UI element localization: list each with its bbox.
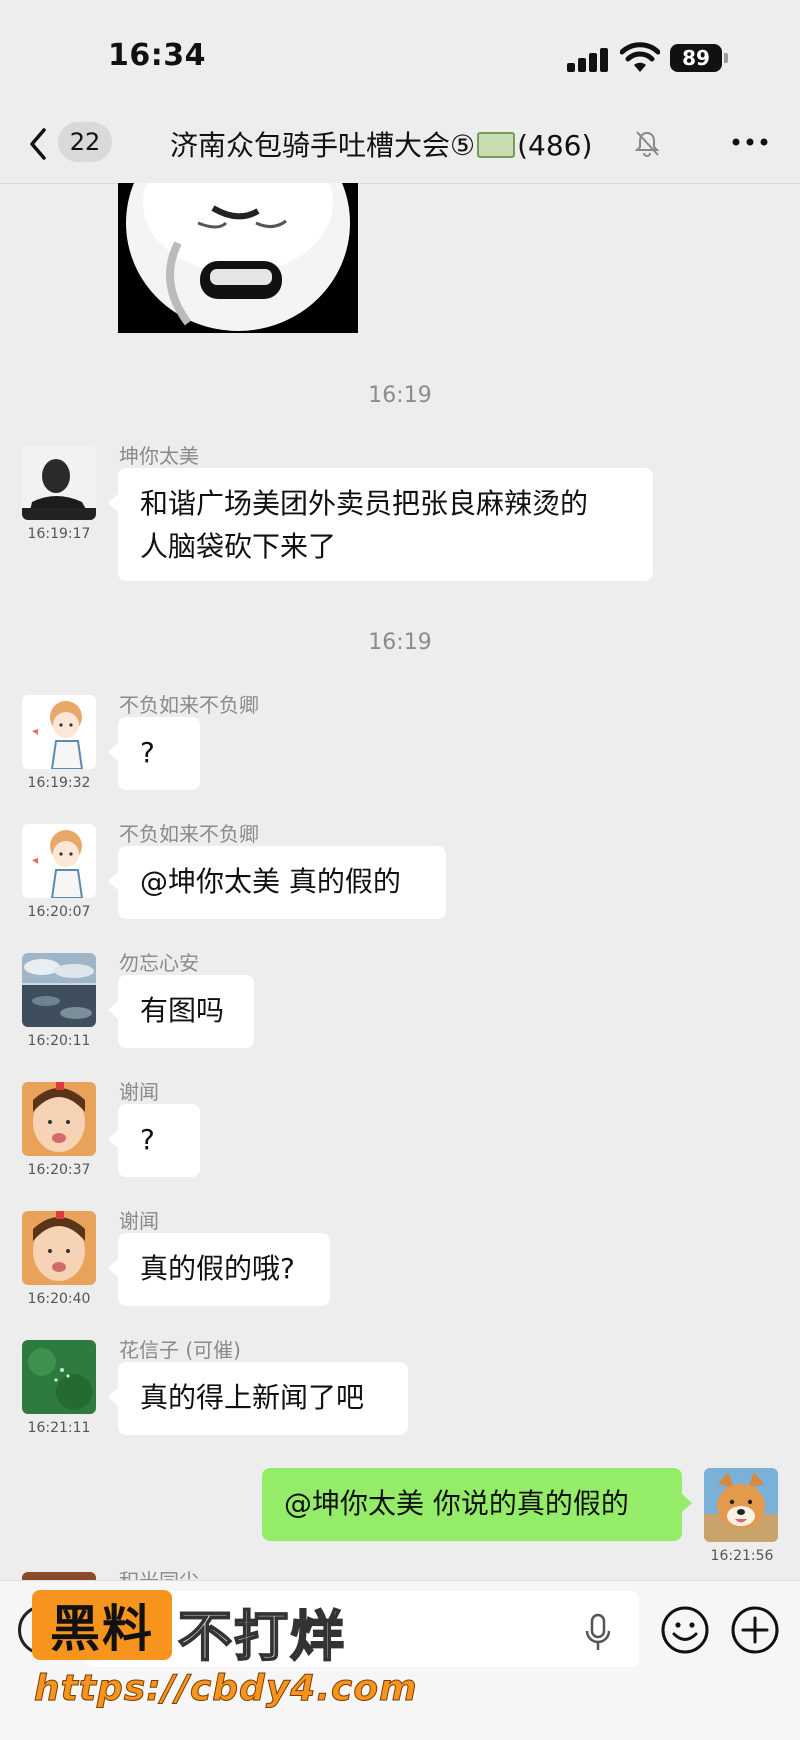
message-time: 16:21:56 — [710, 1548, 774, 1564]
message-time: 16:20:07 — [27, 904, 91, 920]
chat-title-name: 济南众包骑手吐槽大会⑤ — [170, 129, 476, 162]
message-time: 16:20:11 — [27, 1033, 91, 1049]
message-text: 真的假的哦? — [140, 1252, 295, 1285]
chat-title[interactable]: 济南众包骑手吐槽大会⑤ (486) — [170, 124, 592, 164]
time-separator: 16:19 — [368, 630, 432, 655]
mute-icon — [634, 131, 660, 157]
avatar-self[interactable] — [704, 1468, 778, 1542]
avatar[interactable] — [22, 1082, 96, 1156]
watermark-url: https://cbdy4.com — [34, 1668, 418, 1710]
money-emoji-icon — [477, 132, 516, 158]
sender-name: 不负如来不负卿 — [119, 693, 259, 717]
message-text-line: 和谐广场美团外卖员把张良麻辣烫的 — [140, 487, 589, 520]
message-bubble[interactable]: 真的得上新闻了吧 — [108, 1362, 408, 1435]
message-text: @坤你太美 你说的真的假的 — [284, 1487, 629, 1520]
message-text: 有图吗 — [140, 994, 225, 1027]
plus-icon[interactable] — [730, 1605, 780, 1655]
message-text-line: 人脑袋砍下来了 — [140, 530, 337, 563]
message-bubble[interactable]: 和谐广场美团外卖员把张良麻辣烫的 人脑袋砍下来了 — [108, 468, 653, 581]
message-bubble[interactable]: ? — [108, 717, 200, 790]
message-bubble[interactable]: 真的假的哦? — [108, 1233, 330, 1306]
status-clock: 16:34 — [108, 38, 206, 73]
message-bubble[interactable]: @坤你太美 真的假的 — [108, 846, 446, 919]
message-time: 16:21:11 — [27, 1420, 91, 1436]
signal-icon — [567, 46, 609, 72]
emoji-icon[interactable] — [660, 1605, 710, 1655]
mic-icon[interactable] — [584, 1613, 612, 1653]
message-bubble-self[interactable]: @坤你太美 你说的真的假的 — [262, 1468, 692, 1541]
message-time: 16:19:17 — [27, 526, 91, 542]
more-icon[interactable] — [730, 130, 770, 154]
avatar[interactable] — [22, 1340, 96, 1414]
avatar[interactable] — [22, 824, 96, 898]
message-bubble[interactable]: 有图吗 — [108, 975, 254, 1048]
time-separator: 16:19 — [368, 383, 432, 408]
avatar[interactable] — [22, 953, 96, 1027]
sender-name: 谢闻 — [119, 1080, 159, 1104]
avatar[interactable] — [22, 1572, 96, 1580]
back-icon[interactable] — [24, 124, 54, 164]
sticker-image[interactable] — [118, 183, 358, 333]
chat-member-count: (486) — [517, 129, 593, 162]
message-bubble[interactable]: ? — [108, 1104, 200, 1177]
avatar[interactable] — [22, 446, 96, 520]
battery-indicator: 89 — [670, 44, 728, 72]
message-text: ? — [140, 1123, 155, 1156]
message-time: 16:20:40 — [27, 1291, 91, 1307]
unread-count-badge[interactable]: 22 — [58, 122, 112, 162]
message-time: 16:20:37 — [27, 1162, 91, 1178]
watermark-text: 不打烊 — [177, 1604, 346, 1669]
avatar[interactable] — [22, 1211, 96, 1285]
sender-name: 谢闻 — [119, 1209, 159, 1233]
watermark-badge: 黑料 — [32, 1590, 172, 1660]
message-time: 16:19:32 — [27, 775, 91, 791]
message-text: @坤你太美 真的假的 — [140, 865, 401, 898]
sender-name: 勿忘心安 — [119, 951, 199, 975]
avatar[interactable] — [22, 695, 96, 769]
wifi-icon — [620, 42, 660, 72]
message-text: ? — [140, 736, 155, 769]
chat-header: 22 济南众包骑手吐槽大会⑤ (486) — [0, 110, 800, 184]
sender-name: 不负如来不负卿 — [119, 822, 259, 846]
sender-name: 坤你太美 — [119, 444, 199, 468]
sender-name: 花信子 (可催) — [119, 1338, 241, 1362]
message-text: 真的得上新闻了吧 — [140, 1381, 365, 1414]
sender-name: 积光同尘 — [119, 1565, 199, 1580]
status-bar: 16:34 89 — [0, 0, 800, 110]
